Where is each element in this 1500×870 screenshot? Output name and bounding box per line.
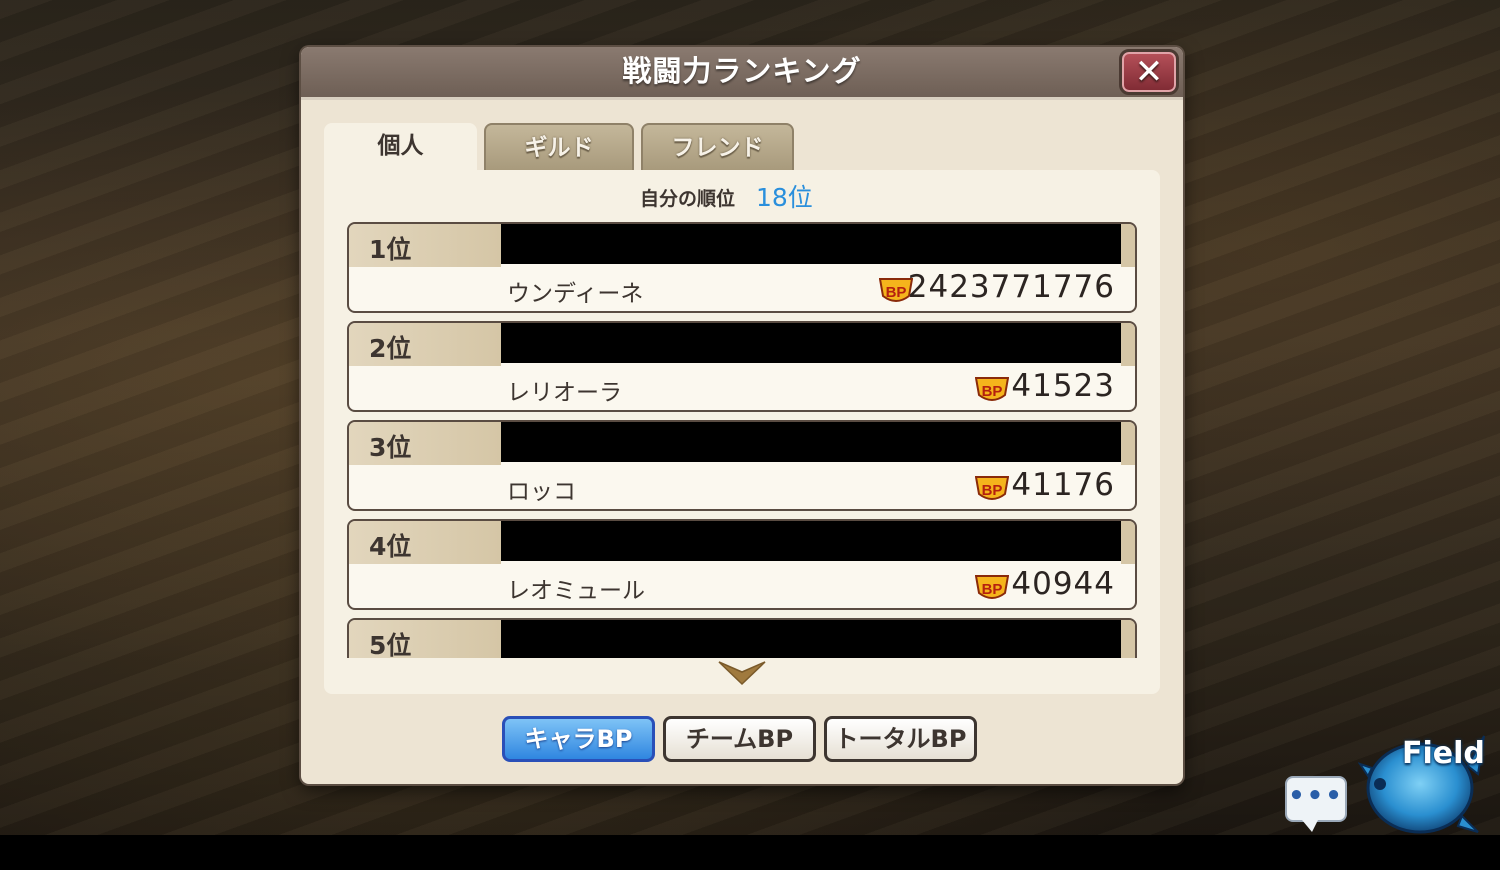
ranking-dialog: 戦闘力ランキング ✕ 個人 ギルド フレンド 自分の順位 18位 1位 ウンディ… bbox=[301, 47, 1183, 784]
chat-bubble-icon: ••• bbox=[1288, 781, 1344, 811]
character-name: ウンディーネ bbox=[507, 281, 644, 307]
ranking-row[interactable]: 1位 ウンディーネ BP 2423771776 bbox=[347, 222, 1137, 313]
redacted-bar bbox=[501, 323, 1121, 363]
tab-guild[interactable]: ギルド bbox=[484, 123, 634, 170]
ranking-row[interactable]: 5位 bbox=[347, 618, 1137, 658]
bp-value: 2423771776 bbox=[907, 269, 1115, 305]
bp-icon: BP bbox=[975, 575, 1009, 599]
svg-text:BP: BP bbox=[886, 284, 907, 301]
row-header-strip bbox=[1121, 224, 1135, 267]
row-header-strip bbox=[1121, 422, 1135, 465]
redacted-bar bbox=[501, 422, 1121, 462]
row-header-strip bbox=[1121, 521, 1135, 564]
rank-number: 2位 bbox=[369, 334, 412, 363]
bp-value: 40944 bbox=[1011, 566, 1115, 602]
svg-text:BP: BP bbox=[982, 482, 1003, 499]
dialog-title: 戦闘力ランキング bbox=[622, 54, 862, 88]
ranking-row[interactable]: 2位 レリオーラ BP 41523 bbox=[347, 321, 1137, 412]
bottom-black-bar bbox=[0, 835, 1500, 870]
character-name: レリオーラ bbox=[507, 380, 622, 406]
tab-friend[interactable]: フレンド bbox=[641, 123, 794, 170]
sort-team-bp-button[interactable]: チームBP bbox=[663, 716, 816, 762]
my-rank-label: 自分の順位 bbox=[640, 188, 736, 210]
chat-bubble-tail bbox=[1302, 820, 1318, 832]
row-header-strip bbox=[1121, 323, 1135, 366]
redacted-bar bbox=[501, 224, 1121, 264]
redacted-bar bbox=[501, 521, 1121, 561]
bp-value: 41523 bbox=[1011, 368, 1115, 404]
bp-value: 41176 bbox=[1011, 467, 1115, 503]
character-name: ロッコ bbox=[507, 479, 576, 505]
tab-individual[interactable]: 個人 bbox=[324, 123, 477, 173]
rank-number: 4位 bbox=[369, 532, 412, 561]
ranking-panel: 自分の順位 18位 1位 ウンディーネ BP 2423771776 2位 レリオ… bbox=[324, 170, 1160, 694]
character-name: レオミュール bbox=[507, 578, 645, 604]
scroll-down-arrow-icon[interactable] bbox=[717, 660, 767, 688]
ranking-row[interactable]: 3位 ロッコ BP 41176 bbox=[347, 420, 1137, 511]
rank-number: 5位 bbox=[369, 631, 412, 658]
rank-number: 3位 bbox=[369, 433, 412, 462]
close-button[interactable]: ✕ bbox=[1119, 49, 1179, 95]
bp-icon: BP bbox=[975, 377, 1009, 401]
rank-number: 1位 bbox=[369, 235, 412, 264]
redacted-bar bbox=[501, 620, 1121, 658]
my-rank-value: 18位 bbox=[756, 183, 813, 212]
field-button-label[interactable]: Field bbox=[1402, 736, 1485, 771]
sort-total-bp-button[interactable]: トータルBP bbox=[824, 716, 977, 762]
chat-button[interactable]: ••• bbox=[1285, 776, 1347, 822]
svg-text:BP: BP bbox=[982, 581, 1003, 598]
close-icon: ✕ bbox=[1134, 52, 1164, 92]
sort-chara-bp-button[interactable]: キャラBP bbox=[502, 716, 655, 762]
svg-text:BP: BP bbox=[982, 383, 1003, 400]
ranking-row[interactable]: 4位 レオミュール BP 40944 bbox=[347, 519, 1137, 610]
ranking-list[interactable]: 1位 ウンディーネ BP 2423771776 2位 レリオーラ BP 4152… bbox=[347, 222, 1137, 658]
row-header-strip bbox=[1121, 620, 1135, 658]
bp-icon: BP bbox=[975, 476, 1009, 500]
